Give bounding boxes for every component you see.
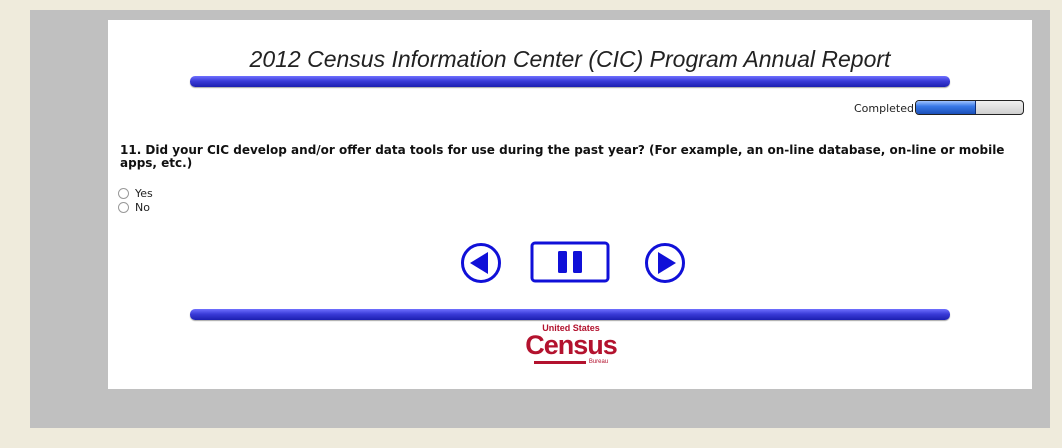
survey-panel: 2012 Census Information Center (CIC) Pro… [108,20,1032,389]
progress-indicator: Completed [854,100,1024,115]
answer-options: Yes No [118,186,153,214]
next-arrow-icon [645,243,685,283]
option-no[interactable]: No [118,200,153,214]
survey-title: 2012 Census Information Center (CIC) Pro… [249,46,891,72]
census-bureau-logo: United States Census Bureau [518,324,624,384]
option-yes[interactable]: Yes [118,186,153,200]
option-yes-label: Yes [135,186,153,200]
progress-bar [915,100,1024,115]
next-button[interactable] [642,240,688,290]
top-divider [190,76,950,87]
logo-underline [533,360,586,364]
progress-label: Completed [854,102,914,115]
back-button[interactable] [458,240,504,290]
logo-main-text: Census [525,330,618,360]
pause-button[interactable] [530,240,612,290]
survey-frame: 2012 Census Information Center (CIC) Pro… [30,10,1050,428]
logo-bottom-row: Bureau [518,359,624,365]
option-no-label: No [135,200,150,214]
question-text: 11. Did your CIC develop and/or offer da… [120,143,1005,170]
pause-icon [530,241,610,283]
bottom-divider [190,309,950,320]
navigation-bar [108,240,1032,286]
progress-fill [916,101,976,114]
radio-yes[interactable] [118,187,129,199]
back-arrow-icon [461,243,501,283]
logo-bottom-text: Bureau [588,359,609,365]
radio-no[interactable] [118,201,129,213]
